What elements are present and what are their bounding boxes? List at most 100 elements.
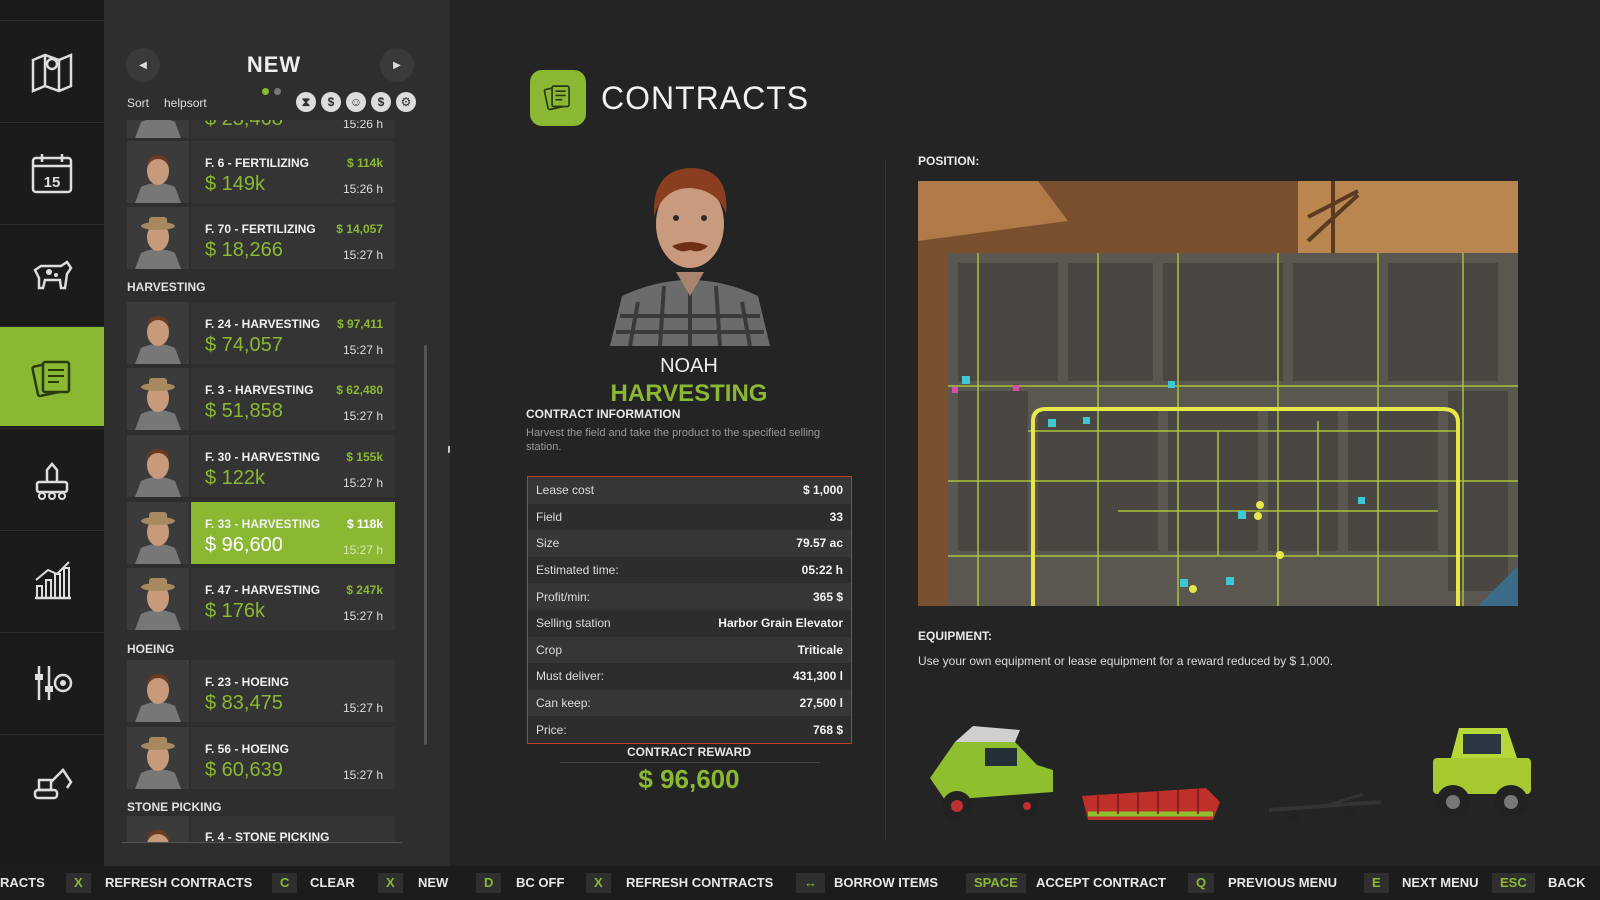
person-icon[interactable]: ☺	[346, 92, 366, 112]
table-row: Crop Triticale	[528, 636, 851, 664]
table-row: Estimated time: 05:22 h	[528, 556, 851, 584]
sort-button[interactable]: Sort	[127, 96, 149, 110]
menu-rail: 15	[0, 0, 112, 866]
key-d: D	[476, 873, 502, 893]
rail-construction[interactable]	[0, 734, 104, 834]
contract-reward: $ 83,475	[205, 692, 283, 714]
cow-icon	[33, 259, 73, 289]
farmer-portrait	[127, 502, 189, 564]
farmer-portrait	[127, 727, 189, 789]
contract-info-title: CONTRACT INFORMATION	[526, 407, 681, 421]
position-map[interactable]	[918, 181, 1518, 606]
page-dot-active[interactable]	[262, 88, 269, 95]
bar-chart-icon	[35, 560, 71, 599]
contract-name: F. 70 - FERTILIZING	[205, 222, 316, 236]
arrow-left-icon: ◀	[139, 59, 147, 71]
contract-max-reward: $ 14,057	[336, 222, 383, 236]
helpsort-label: helpsort	[164, 96, 207, 110]
next-page-button[interactable]: ▶	[380, 48, 414, 82]
filter-icons: ⧗ $ ☺ $ ⚙	[296, 92, 416, 112]
dollar-gear-icon[interactable]: $	[321, 92, 341, 112]
list-item[interactable]: F. 3 - HARVESTING $ 51,858 $ 62,480 15:2…	[127, 368, 395, 430]
contract-max-reward: $ 155k	[346, 450, 383, 464]
contract-time: 15:26 h	[342, 182, 383, 196]
rail-animals[interactable]	[0, 224, 104, 324]
list-item[interactable]: $ 23,468 15:26 h	[127, 120, 395, 138]
list-item[interactable]: F. 56 - HOEING $ 60,639 15:27 h	[127, 727, 395, 789]
position-label: POSITION:	[918, 154, 980, 168]
table-row: Selling station Harbor Grain Elevator	[528, 609, 851, 637]
contract-name: F. 56 - HOEING	[205, 742, 290, 756]
combine-harvester-icon[interactable]	[925, 720, 1060, 825]
contracts-icon	[543, 85, 570, 111]
production-icon	[35, 461, 69, 500]
list-item[interactable]: F. 24 - HARVESTING $ 74,057 $ 97,411 15:…	[127, 302, 395, 364]
equipment-label: EQUIPMENT:	[918, 629, 993, 643]
farmer-portrait	[127, 568, 189, 630]
contracts-list[interactable]: $ 23,468 15:26 h F. 6 - FERTILIZING $ 14…	[122, 120, 414, 842]
prev-page-button[interactable]: ◀	[126, 48, 160, 82]
list-item-selected[interactable]: F. 33 - HARVESTING $ 96,600 $ 118k 15:27…	[127, 502, 395, 564]
contract-info-table: Lease cost $ 1,000 Field 33 Size 79.57 ac E…	[527, 476, 852, 744]
contract-reward-value: $ 96,600	[638, 764, 740, 794]
contract-name: F. 23 - HOEING	[205, 675, 290, 689]
contracts-list-panel: ◀ NEW ▶ Sort helpsort ⧗ $ ☺ $ ⚙ $ 23,468…	[104, 0, 450, 866]
reward-divider	[560, 762, 820, 763]
key-space: SPACE	[966, 873, 1026, 893]
equipment-description: Use your own equipment or lease equipmen…	[918, 654, 1333, 668]
key-q: Q	[1188, 873, 1215, 893]
contract-reward: $ 74,057	[205, 334, 283, 356]
table-row: Can keep: 27,500 l	[528, 689, 851, 717]
contract-reward: $ 149k	[205, 173, 266, 195]
contract-time: 15:27 h	[342, 768, 383, 782]
header-attachment-icon[interactable]	[1078, 780, 1223, 828]
rail-map[interactable]	[0, 20, 104, 120]
page-title: CONTRACTS	[601, 80, 810, 116]
list-item[interactable]: F. 70 - FERTILIZING $ 18,266 $ 14,057 15…	[127, 207, 395, 269]
table-row: Size 79.57 ac	[528, 530, 851, 557]
rail-contracts[interactable]	[0, 326, 112, 426]
list-scrollbar[interactable]	[424, 345, 427, 745]
rail-settings[interactable]	[0, 632, 104, 732]
contract-name: F. 24 - HARVESTING	[205, 317, 321, 331]
contract-reward: $ 60,639	[205, 759, 283, 781]
npc-portrait	[610, 168, 770, 346]
table-row: Profit/min: 365 $	[528, 583, 851, 610]
category-harvesting: HARVESTING	[127, 280, 206, 294]
page-dot[interactable]	[274, 88, 281, 95]
contract-reward-label: CONTRACT REWARD	[627, 745, 751, 759]
rail-calendar[interactable]: 15	[0, 122, 104, 222]
hourglass-icon[interactable]: ⧗	[296, 92, 316, 112]
contract-time: 15:27 h	[342, 409, 383, 423]
svg-text:15: 15	[44, 174, 61, 191]
header-trailer-icon[interactable]	[1265, 790, 1385, 826]
list-title: NEW	[246, 52, 302, 77]
contract-max-reward: $ 62,480	[336, 383, 383, 397]
contract-reward: $ 18,266	[205, 239, 283, 261]
category-stone-picking: STONE PICKING	[127, 800, 222, 814]
farmer-portrait	[127, 207, 189, 269]
tractor-icon[interactable]: ⚙	[396, 92, 416, 112]
rail-production[interactable]	[0, 428, 104, 528]
farmer-portrait	[127, 368, 189, 430]
contract-max-reward: $ 247k	[346, 583, 383, 597]
key-x: X	[586, 873, 611, 893]
list-item[interactable]: F. 6 - FERTILIZING $ 149k $ 114k 15:26 h	[127, 141, 395, 203]
map-icon	[31, 52, 73, 93]
table-row: Lease cost $ 1,000	[528, 477, 851, 504]
farmer-portrait	[127, 816, 189, 842]
contracts-icon	[31, 360, 71, 397]
list-item[interactable]: F. 23 - HOEING $ 83,475 15:27 h	[127, 660, 395, 722]
utility-truck-icon[interactable]	[1425, 720, 1540, 825]
table-row: Must deliver: 431,300 l	[528, 663, 851, 690]
list-item[interactable]: F. 4 - STONE PICKING	[127, 816, 395, 842]
rail-statistics[interactable]	[0, 530, 104, 630]
sliders-gear-icon	[35, 665, 73, 700]
contract-time: 15:27 h	[342, 248, 383, 262]
list-item[interactable]: F. 30 - HARVESTING $ 122k $ 155k 15:27 h	[127, 435, 395, 497]
contract-name: F. 47 - HARVESTING	[205, 583, 321, 597]
dollar-icon[interactable]: $	[371, 92, 391, 112]
list-bottom-divider	[122, 842, 402, 843]
key-arrows: ↔	[796, 873, 825, 893]
list-item[interactable]: F. 47 - HARVESTING $ 176k $ 247k 15:27 h	[127, 568, 395, 630]
